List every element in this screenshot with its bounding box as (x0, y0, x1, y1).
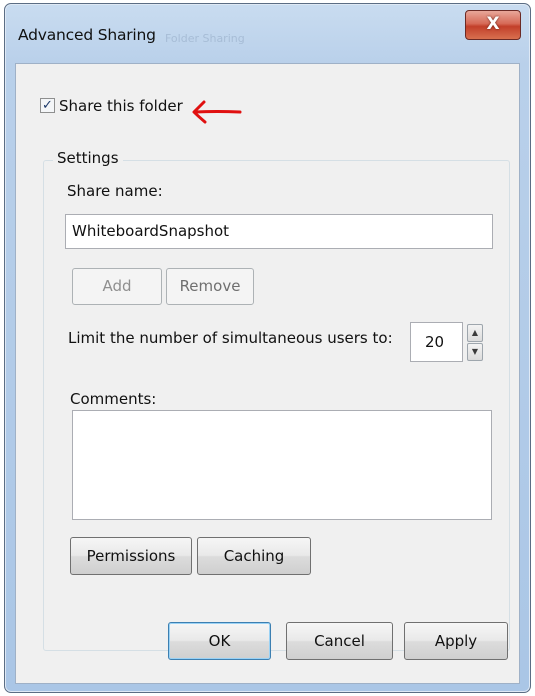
advanced-sharing-window: Advanced Sharing Folder Sharing X ✓ Shar… (4, 3, 531, 693)
title-bar: Advanced Sharing Folder Sharing X (5, 4, 530, 60)
share-name-label: Share name: (67, 182, 163, 200)
window-title: Advanced Sharing (18, 26, 156, 44)
share-folder-checkbox[interactable]: ✓ (40, 98, 55, 113)
user-limit-field[interactable]: 20 (410, 322, 463, 362)
user-limit-label: Limit the number of simultaneous users t… (68, 329, 393, 347)
ok-button[interactable]: OK (168, 622, 271, 660)
add-button[interactable]: Add (72, 268, 162, 305)
cancel-button-label: Cancel (314, 632, 365, 650)
close-icon: X (486, 14, 500, 34)
settings-legend: Settings (53, 149, 123, 167)
window-title-ghost: Folder Sharing (165, 32, 245, 45)
remove-button-label: Remove (179, 277, 241, 295)
add-button-label: Add (102, 277, 132, 295)
cancel-button[interactable]: Cancel (286, 622, 393, 660)
remove-button[interactable]: Remove (166, 268, 254, 305)
share-folder-label[interactable]: Share this folder (59, 97, 183, 115)
spin-down-icon: ▼ (471, 347, 479, 356)
apply-button[interactable]: Apply (404, 622, 508, 660)
caching-button-label: Caching (223, 547, 285, 565)
apply-button-label: Apply (434, 632, 478, 650)
spin-up-icon: ▲ (471, 328, 479, 337)
spin-down-button[interactable]: ▼ (467, 343, 483, 361)
user-limit-value: 20 (425, 333, 445, 351)
checkmark-icon: ✓ (42, 98, 53, 113)
ok-button-label: OK (208, 632, 231, 650)
share-name-value: WhiteboardSnapshot (72, 222, 230, 240)
comments-label: Comments: (70, 390, 157, 408)
share-name-field[interactable]: WhiteboardSnapshot (65, 214, 493, 249)
spin-up-button[interactable]: ▲ (467, 324, 483, 342)
comments-field[interactable] (72, 410, 492, 520)
red-arrow-left-icon (192, 100, 242, 124)
close-button[interactable]: X (465, 10, 521, 40)
caching-button[interactable]: Caching (197, 537, 311, 575)
arrow-shaft (193, 110, 242, 114)
permissions-button[interactable]: Permissions (70, 537, 192, 575)
permissions-button-label: Permissions (86, 547, 176, 565)
dialog-client-area: ✓ Share this folder Settings Share name:… (15, 63, 520, 684)
